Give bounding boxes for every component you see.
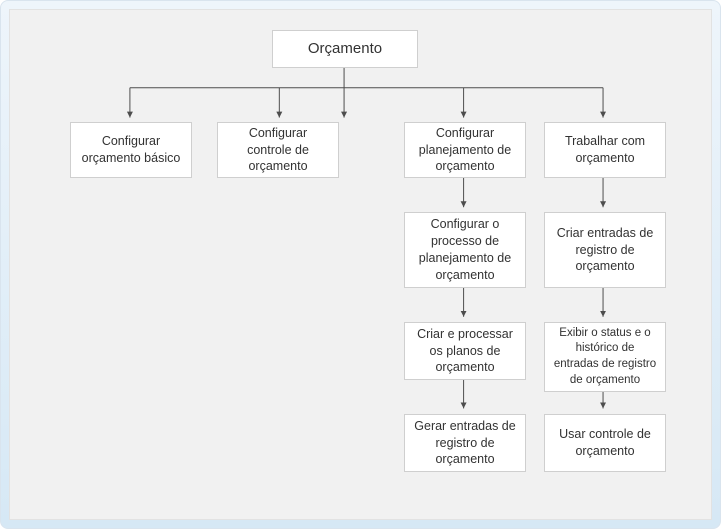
node-criar-processar-planos: Criar e processar os planos de orçamento	[404, 322, 526, 380]
node-configurar-planejamento-orcamento: Configurar planejamento de orçamento	[404, 122, 526, 178]
node-label: Configurar o processo de planejamento de…	[413, 216, 517, 284]
diagram-frame: Orçamento Configurar orçamento básico Co…	[0, 0, 721, 529]
diagram-canvas: Orçamento Configurar orçamento básico Co…	[9, 9, 712, 520]
node-label: Configurar planejamento de orçamento	[413, 125, 517, 176]
node-trabalhar-com-orcamento: Trabalhar com orçamento	[544, 122, 666, 178]
node-exibir-status-historico: Exibir o status e o histórico de entrada…	[544, 322, 666, 392]
node-configurar-controle-orcamento: Configurar controle de orçamento	[217, 122, 339, 178]
node-configurar-orcamento-basico: Configurar orçamento básico	[70, 122, 192, 178]
node-label: Trabalhar com orçamento	[553, 133, 657, 167]
node-configurar-processo-planejamento: Configurar o processo de planejamento de…	[404, 212, 526, 288]
node-label: Criar entradas de registro de orçamento	[553, 225, 657, 276]
node-label: Exibir o status e o histórico de entrada…	[553, 326, 657, 388]
node-criar-entradas-registro: Criar entradas de registro de orçamento	[544, 212, 666, 288]
node-label: Orçamento	[308, 39, 382, 59]
node-label: Usar controle de orçamento	[553, 426, 657, 460]
node-label: Gerar entradas de registro de orçamento	[413, 418, 517, 469]
node-label: Criar e processar os planos de orçamento	[413, 326, 517, 377]
node-label: Configurar orçamento básico	[79, 133, 183, 167]
node-root-orcamento: Orçamento	[272, 30, 418, 68]
node-label: Configurar controle de orçamento	[226, 125, 330, 176]
node-gerar-entradas-registro: Gerar entradas de registro de orçamento	[404, 414, 526, 472]
node-usar-controle-orcamento: Usar controle de orçamento	[544, 414, 666, 472]
